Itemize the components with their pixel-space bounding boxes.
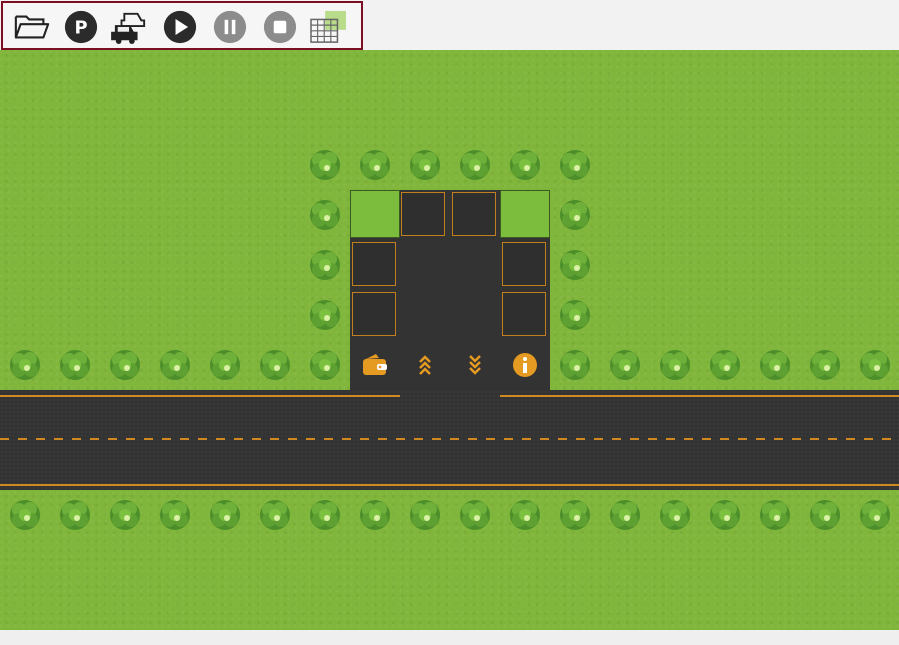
svg-text:P: P: [74, 17, 87, 38]
tree-icon: [558, 348, 592, 382]
tree-icon: [308, 148, 342, 182]
tree-icon: [558, 498, 592, 532]
tree-icon: [708, 348, 742, 382]
tree-icon: [258, 348, 292, 382]
toolbar: P: [1, 1, 363, 50]
tree-icon: [308, 298, 342, 332]
tree-icon: [408, 148, 442, 182]
road-edge-line: [0, 484, 899, 486]
calendar-icon: [310, 10, 346, 43]
tree-icon: [808, 348, 842, 382]
pause-button[interactable]: [211, 10, 249, 44]
tree-icon: [58, 498, 92, 532]
open-folder-button[interactable]: [13, 10, 51, 44]
tree-icon: [108, 348, 142, 382]
calendar-button[interactable]: [309, 10, 347, 44]
tree-icon: [8, 348, 42, 382]
tree-icon: [558, 148, 592, 182]
tree-icon: [208, 498, 242, 532]
play-button[interactable]: [161, 10, 199, 44]
tree-icon: [8, 498, 42, 532]
tree-icon: [458, 498, 492, 532]
tree-icon: [608, 498, 642, 532]
parking-space[interactable]: [452, 192, 496, 236]
wallet-icon[interactable]: [360, 350, 390, 380]
tree-icon: [58, 348, 92, 382]
grass-tile: [500, 190, 550, 238]
tree-icon: [858, 498, 892, 532]
main-road: [0, 390, 899, 490]
tree-icon: [458, 148, 492, 182]
tree-icon: [108, 498, 142, 532]
tree-icon: [558, 198, 592, 232]
road-edge-line: [500, 395, 899, 397]
parking-button[interactable]: P: [62, 10, 100, 44]
tree-icon: [208, 348, 242, 382]
tree-icon: [158, 348, 192, 382]
tree-icon: [558, 248, 592, 282]
tree-icon: [758, 498, 792, 532]
tree-icon: [658, 348, 692, 382]
tree-icon: [608, 348, 642, 382]
tree-icon: [308, 198, 342, 232]
parking-space[interactable]: [502, 242, 546, 286]
road-center-line: [0, 438, 899, 440]
info-icon[interactable]: [510, 350, 540, 380]
chevron-down-icon[interactable]: [460, 350, 490, 380]
tree-icon: [508, 498, 542, 532]
tree-icon: [708, 498, 742, 532]
tree-icon: [658, 498, 692, 532]
stop-button[interactable]: [261, 10, 299, 44]
parking-lot: [350, 190, 550, 390]
cars-button[interactable]: [111, 10, 149, 44]
parking-icon: P: [64, 10, 98, 44]
cars-icon: [111, 12, 146, 44]
tree-icon: [758, 348, 792, 382]
tree-icon: [308, 248, 342, 282]
chevron-up-icon[interactable]: [410, 350, 440, 380]
stop-icon: [263, 10, 297, 44]
tree-icon: [408, 498, 442, 532]
tree-icon: [358, 498, 392, 532]
folder-open-icon: [14, 15, 50, 39]
play-icon: [163, 10, 197, 44]
tree-icon: [258, 498, 292, 532]
tree-icon: [808, 498, 842, 532]
tree-icon: [558, 298, 592, 332]
tree-icon: [508, 148, 542, 182]
tree-icon: [308, 348, 342, 382]
parking-space[interactable]: [502, 292, 546, 336]
tree-icon: [358, 148, 392, 182]
parking-space[interactable]: [401, 192, 445, 236]
parking-space[interactable]: [352, 242, 396, 286]
tree-icon: [858, 348, 892, 382]
tree-icon: [308, 498, 342, 532]
road-edge-line: [0, 395, 400, 397]
bottom-bar: [0, 630, 899, 645]
tree-icon: [158, 498, 192, 532]
grass-tile: [350, 190, 400, 238]
pause-icon: [213, 10, 247, 44]
parking-space[interactable]: [352, 292, 396, 336]
